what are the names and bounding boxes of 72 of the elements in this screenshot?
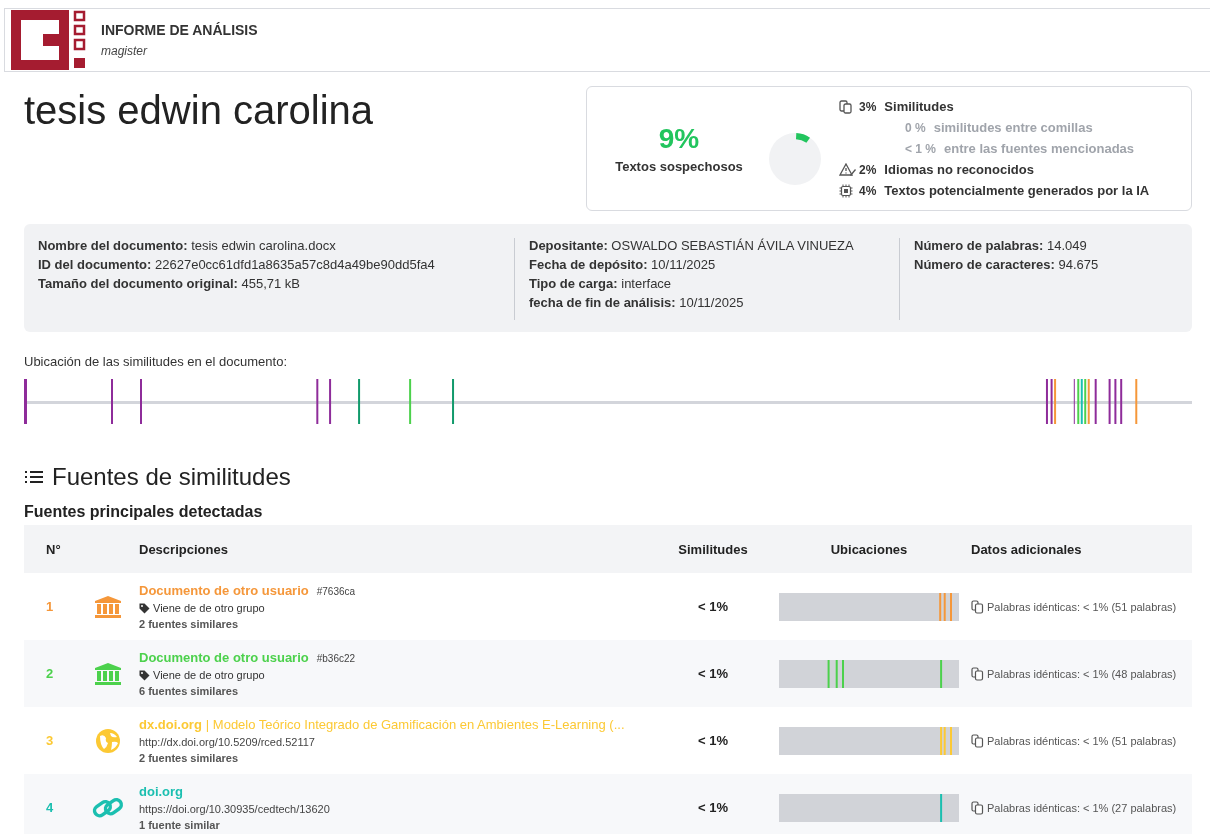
identical-words: Palabras idénticas: < 1% (27 palabras) — [987, 801, 1177, 814]
source-group: Viene de de otro grupo — [153, 602, 265, 614]
link-icon — [91, 795, 124, 820]
source-url[interactable]: http://dx.doi.org/10.5209/rced.52117 — [139, 736, 315, 748]
similarity-value: < 1% — [697, 666, 729, 681]
info-field: Nombre del documento: tesis edwin carolina.docx — [38, 238, 500, 253]
copy-icon — [971, 666, 984, 681]
source-hash: #b36c22 — [316, 653, 356, 664]
identical-words: Palabras idénticas: < 1% (51 palabras) — [987, 600, 1177, 613]
column-header: Descripciones — [138, 541, 229, 557]
column-header: Similitudes — [677, 541, 749, 557]
copy-icon — [839, 99, 853, 114]
summary-value: 0 % — [905, 120, 926, 135]
source-hash: #7636ca — [316, 586, 356, 597]
summary-value: 3% — [859, 99, 877, 114]
locations-label: Ubicación de las similitudes en el documento: — [24, 354, 289, 369]
source-row[interactable]: 4 doi.org https://doi.org/10.30935/cedtech/13620 1 fuente similar < 1% Palabras idénticas: < 1% (27 palabras) — [24, 774, 1192, 834]
info-field: Depositante: OSWALDO SEBASTIÁN ÁVILA VINUEZA — [529, 238, 885, 253]
section-heading: Fuentes de similitudes — [52, 463, 291, 491]
copy-icon — [971, 800, 984, 815]
summary-value: < 1 % — [905, 141, 937, 156]
info-field: fecha de fin de análisis: 10/11/2025 — [529, 295, 885, 310]
report-subtitle: magister — [101, 44, 149, 58]
summary-value: 2% — [859, 162, 877, 177]
identical-words: Palabras idénticas: < 1% (48 palabras) — [987, 667, 1177, 680]
tag-icon — [139, 669, 150, 681]
summary-label: Similitudes — [884, 99, 954, 114]
similarity-value: < 1% — [697, 733, 729, 748]
copy-icon — [971, 599, 984, 614]
globe-icon — [94, 727, 121, 754]
row-number: 4 — [45, 800, 55, 815]
copy-icon — [971, 733, 984, 748]
row-number: 3 — [45, 733, 55, 748]
info-field: Tipo de carga: interface — [529, 276, 885, 291]
section-subheading: Fuentes principales detectadas — [24, 503, 264, 521]
tag-icon — [139, 602, 150, 614]
column-header: N° — [45, 541, 62, 557]
source-row[interactable]: 2 Documento de otro usuario #b36c22 Viene de de otro grupo 6 fuentes similares < 1% Palabras idénticas: < 1% (48 palabras) — [24, 640, 1192, 707]
summary-label: entre las fuentes mencionadas — [944, 141, 1135, 156]
institution-icon — [93, 661, 122, 686]
logo-icon — [11, 10, 87, 70]
list-icon — [24, 469, 44, 485]
summary-value: 4% — [859, 183, 877, 198]
column-header: Datos adicionales — [970, 541, 1083, 557]
report-title: INFORME DE ANÁLISIS — [101, 22, 258, 38]
institution-icon — [93, 594, 122, 619]
info-field: Fecha de depósito: 10/11/2025 — [529, 257, 885, 272]
similar-sources-count[interactable]: 6 fuentes similares — [139, 685, 653, 697]
source-url[interactable]: https://doi.org/10.30935/cedtech/13620 — [139, 803, 330, 815]
info-field: ID del documento: 22627e0cc61dfd1a8635a57c8d4a49be90dd5fa4 — [38, 257, 500, 272]
similarity-value: < 1% — [697, 800, 729, 815]
similarity-value: < 1% — [697, 599, 729, 614]
document-title: tesis edwin carolina — [24, 87, 374, 134]
chip-icon — [839, 183, 853, 198]
summary-label: Textos potencialmente generados por la IA — [884, 183, 1150, 198]
column-header: Ubicaciones — [829, 541, 909, 557]
similar-sources-count[interactable]: 2 fuentes similares — [139, 618, 653, 630]
info-field: Número de caracteres: 94.675 — [914, 257, 1099, 272]
score-gauge — [769, 132, 821, 185]
similar-sources-count[interactable]: 2 fuentes similares — [139, 752, 653, 764]
summary-label: Idiomas no reconocidos — [884, 162, 1034, 177]
score-value: 9% — [658, 123, 700, 155]
identical-words: Palabras idénticas: < 1% (51 palabras) — [987, 734, 1177, 747]
info-field: Número de palabras: 14.049 — [914, 238, 1099, 253]
row-number: 1 — [45, 599, 55, 614]
summary-label: similitudes entre comillas — [933, 120, 1093, 135]
row-number: 2 — [45, 666, 55, 681]
warning-pen-icon — [839, 162, 857, 177]
info-field: Tamaño del documento original: 455,71 kB — [38, 276, 500, 291]
score-label: Textos sospechosos — [615, 159, 743, 174]
similar-sources-count[interactable]: 1 fuente similar — [139, 819, 653, 831]
source-group: Viene de de otro grupo — [153, 669, 265, 681]
